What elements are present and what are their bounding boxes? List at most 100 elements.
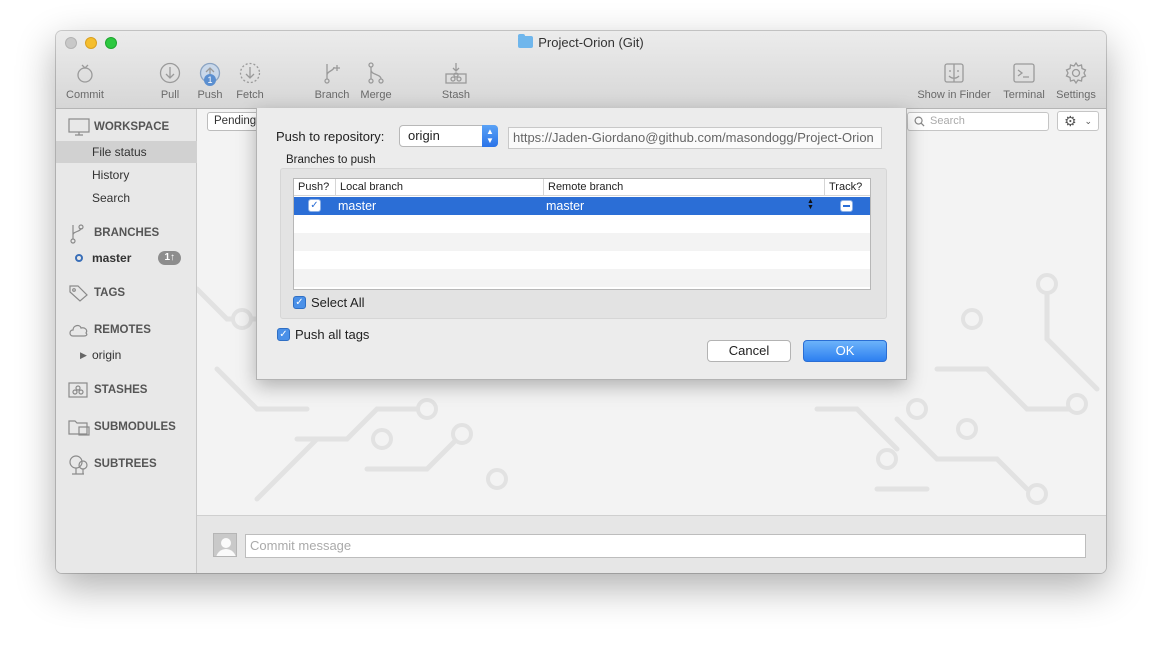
updown-arrows-icon: ▲ ▼ — [482, 125, 498, 147]
disclosure-triangle-icon[interactable]: ▶ — [80, 344, 87, 366]
submodules-label: SUBMODULES — [94, 421, 176, 433]
commit-bar: Commit message — [197, 515, 1106, 573]
branches-group: Push? Local branch Remote branch Track? … — [280, 168, 887, 319]
branches-label: BRANCHES — [94, 227, 160, 239]
stashes-label: STASHES — [94, 384, 148, 396]
merge-label: Merge — [360, 89, 392, 101]
push-all-tags-checkbox[interactable]: ✓ — [277, 328, 290, 341]
chevron-down-icon: ⌄ — [1084, 116, 1092, 126]
ok-button[interactable]: OK — [803, 340, 887, 362]
stash-icon — [445, 63, 467, 84]
sidebar-item-origin[interactable]: ▶ origin — [56, 344, 197, 366]
tree-icon — [68, 455, 90, 475]
ahead-badge: 1↑ — [158, 251, 181, 265]
push-to-repository-label: Push to repository: — [276, 129, 385, 144]
commit-icon — [77, 64, 93, 83]
push-count-badge: 1 — [204, 74, 216, 86]
commit-message-input[interactable]: Commit message — [245, 534, 1086, 558]
table-row — [294, 233, 870, 251]
select-all-checkbox[interactable]: ✓ — [293, 296, 306, 309]
avatar — [213, 533, 237, 557]
remote-name: origin — [92, 348, 122, 362]
table-row — [294, 251, 870, 269]
tag-icon — [68, 284, 90, 302]
push-checkbox[interactable]: ✓ — [308, 199, 321, 212]
sidebar-item-search[interactable]: Search — [56, 187, 197, 209]
pull-label: Pull — [160, 89, 180, 101]
pending-filter-button[interactable]: Pending — [207, 112, 264, 131]
push-all-tags-label[interactable]: Push all tags — [295, 327, 369, 342]
local-branch-cell: master — [338, 199, 377, 213]
settings-label: Settings — [1056, 89, 1096, 101]
branches-table: Push? Local branch Remote branch Track? … — [293, 178, 871, 290]
options-menu-button[interactable]: ⚙ ⌄ — [1057, 111, 1099, 131]
branch-icon — [324, 64, 340, 84]
branch-name: master — [92, 251, 132, 265]
cancel-button[interactable]: Cancel — [707, 340, 791, 362]
table-header: Push? Local branch Remote branch Track? — [294, 179, 870, 196]
table-row — [294, 215, 870, 233]
gear-icon: ⚙ — [1064, 113, 1077, 129]
folder-stack-icon — [68, 418, 90, 436]
window-title: Project-Orion (Git) — [56, 34, 1106, 50]
app-window: Project-Orion (Git) Commit Pull 1 Push F… — [56, 31, 1106, 573]
commit-label: Commit — [66, 89, 104, 101]
column-push[interactable]: Push? — [294, 179, 336, 196]
pull-icon — [159, 62, 181, 84]
fetch-button[interactable]: Fetch — [230, 61, 270, 101]
sidebar: WORKSPACE File status History Search BRA… — [56, 109, 197, 573]
title-toolbar: Project-Orion (Git) Commit Pull 1 Push F… — [56, 31, 1106, 109]
tags-label: TAGS — [94, 287, 126, 299]
sidebar-item-file-status[interactable]: File status — [56, 141, 197, 163]
fetch-icon — [239, 62, 261, 84]
show-in-finder-label: Show in Finder — [917, 89, 991, 101]
branches-to-push-label: Branches to push — [286, 154, 376, 166]
table-row — [294, 269, 870, 287]
column-local-branch[interactable]: Local branch — [336, 179, 544, 196]
search-input[interactable]: Search — [907, 112, 1049, 131]
current-branch-icon — [75, 254, 83, 262]
terminal-icon — [1013, 63, 1035, 83]
commit-button[interactable]: Commit — [64, 61, 106, 101]
stash-label: Stash — [441, 89, 471, 101]
repository-select[interactable]: origin ▲ ▼ — [399, 125, 498, 147]
finder-icon — [944, 63, 964, 83]
track-checkbox[interactable] — [840, 200, 853, 212]
gear-icon — [1065, 61, 1087, 85]
branch-button[interactable]: Branch — [312, 61, 352, 101]
monitor-icon — [68, 118, 90, 136]
cloud-icon — [68, 321, 90, 339]
search-icon — [914, 116, 925, 127]
column-track[interactable]: Track? — [825, 179, 870, 196]
window-title-text: Project-Orion (Git) — [538, 35, 644, 50]
terminal-label: Terminal — [1003, 89, 1045, 101]
settings-button[interactable]: Settings — [1052, 61, 1100, 101]
workspace-label: WORKSPACE — [94, 121, 170, 133]
select-all-label[interactable]: Select All — [311, 295, 364, 310]
push-label: Push — [197, 89, 223, 101]
remote-branch-select[interactable]: master — [546, 197, 584, 215]
fetch-label: Fetch — [236, 89, 264, 101]
subtrees-label: SUBTREES — [94, 458, 157, 470]
push-button[interactable]: 1 Push — [190, 61, 230, 101]
remotes-label: REMOTES — [94, 324, 151, 336]
sidebar-item-master[interactable]: master 1↑ — [56, 247, 197, 269]
branch-label: Branch — [314, 89, 350, 101]
table-row[interactable]: ✓ master master ▲ ▼ — [294, 197, 870, 215]
updown-arrows-icon[interactable]: ▲ ▼ — [807, 198, 814, 211]
repository-value: origin — [408, 128, 440, 143]
stash-box-icon — [68, 381, 90, 399]
stash-button[interactable]: Stash — [436, 61, 476, 101]
column-remote-branch[interactable]: Remote branch — [544, 179, 825, 196]
merge-icon — [368, 62, 384, 84]
push-dialog: Push to repository: origin ▲ ▼ https://Ja… — [256, 108, 907, 380]
pull-button[interactable]: Pull — [150, 61, 190, 101]
commit-message-placeholder: Commit message — [250, 538, 352, 553]
folder-icon — [518, 34, 534, 48]
sidebar-item-history[interactable]: History — [56, 164, 197, 186]
search-placeholder: Search — [930, 115, 965, 127]
merge-button[interactable]: Merge — [356, 61, 396, 101]
terminal-button[interactable]: Terminal — [1000, 61, 1048, 101]
show-in-finder-button[interactable]: Show in Finder — [912, 61, 996, 101]
repository-url-field[interactable]: https://Jaden-Giordano@github.com/masond… — [508, 127, 882, 149]
